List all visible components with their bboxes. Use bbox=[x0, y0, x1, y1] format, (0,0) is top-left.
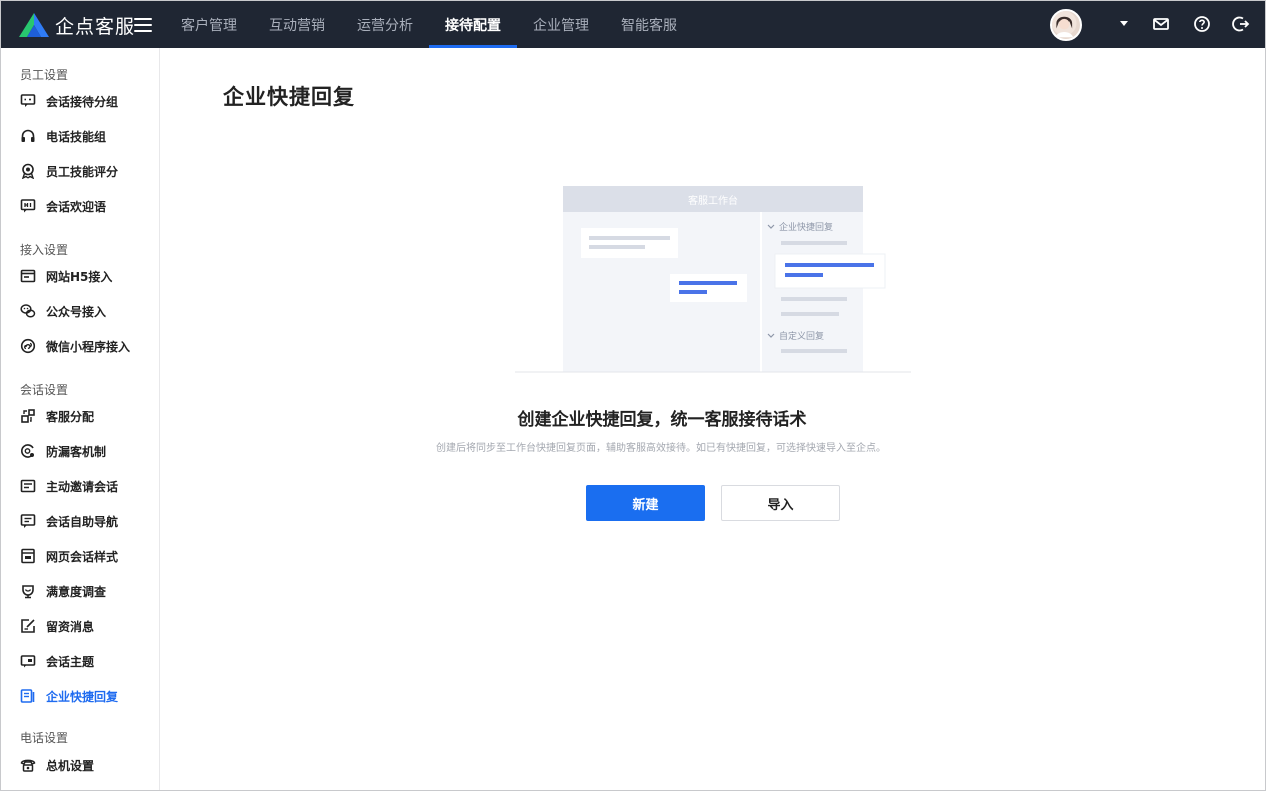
sidebar-item-skill-score[interactable]: 员工技能评分 bbox=[20, 161, 155, 181]
sidebar: 员工设置 会话接待分组 电话技能组 员工技能评分 会话欢迎语 接入设置 网站H5… bbox=[1, 48, 160, 790]
wechat-icon bbox=[20, 304, 36, 318]
app-name: 企点客服 bbox=[55, 15, 136, 38]
nav-item-reception-config[interactable]: 接待配置 bbox=[429, 1, 517, 48]
empty-state-illustration: 客服工作台 企业快捷回复 自定义回复 bbox=[515, 186, 911, 373]
award-icon bbox=[21, 163, 35, 179]
sidebar-group-title: 电话设置 bbox=[20, 731, 69, 745]
sidebar-item-label: 客服分配 bbox=[46, 409, 95, 424]
sidebar-item-distribution[interactable]: 客服分配 bbox=[20, 406, 155, 426]
app-window: 企点客服 客户管理 互动营销 运营分析 接待配置 企业管理 智能客服 员工设置 … bbox=[0, 0, 1266, 791]
sidebar-item-label: 企业快捷回复 bbox=[46, 689, 119, 704]
top-nav: 客户管理 互动营销 运营分析 接待配置 企业管理 智能客服 bbox=[165, 1, 693, 48]
sidebar-item-label: 会话主题 bbox=[46, 654, 95, 669]
sidebar-item-web-style[interactable]: 网页会话样式 bbox=[20, 546, 155, 566]
illustration-section-quick-reply: 企业快捷回复 bbox=[779, 221, 833, 233]
chat-icon bbox=[20, 94, 36, 107]
sidebar-item-welcome[interactable]: 会话欢迎语 bbox=[20, 196, 155, 216]
headset-icon bbox=[21, 129, 35, 142]
avatar[interactable] bbox=[1050, 9, 1082, 41]
sidebar-item-label: 电话技能组 bbox=[46, 129, 107, 144]
logo[interactable]: 企点客服 bbox=[19, 11, 135, 39]
topic-icon bbox=[20, 655, 36, 668]
sidebar-item-phone-skill[interactable]: 电话技能组 bbox=[20, 126, 155, 146]
invite-chat-icon bbox=[20, 479, 36, 493]
sidebar-item-label: 总机设置 bbox=[46, 758, 95, 773]
account-dropdown-icon[interactable] bbox=[1120, 21, 1128, 26]
anti-loss-icon bbox=[21, 444, 34, 458]
distribution-icon bbox=[21, 409, 35, 423]
logout-icon[interactable] bbox=[1232, 15, 1250, 33]
sidebar-item-leave-message[interactable]: 留资消息 bbox=[20, 616, 155, 636]
import-button[interactable]: 导入 bbox=[721, 485, 840, 521]
sidebar-group-title: 接入设置 bbox=[20, 243, 69, 257]
nav-item-marketing[interactable]: 互动营销 bbox=[253, 1, 341, 48]
webpage-icon bbox=[20, 269, 36, 283]
nav-item-smart-service[interactable]: 智能客服 bbox=[605, 1, 693, 48]
sidebar-item-self-navigation[interactable]: 会话自助导航 bbox=[20, 511, 155, 531]
hamburger-menu-icon[interactable] bbox=[134, 14, 152, 34]
web-style-icon bbox=[21, 548, 35, 564]
sidebar-item-label: 会话欢迎语 bbox=[46, 199, 107, 214]
sidebar-item-label: 会话自助导航 bbox=[46, 514, 119, 529]
illustration-section-custom-reply: 自定义回复 bbox=[779, 330, 824, 342]
sidebar-item-label: 员工技能评分 bbox=[46, 164, 119, 179]
sidebar-item-switchboard[interactable]: 总机设置 bbox=[20, 755, 155, 775]
sidebar-item-label: 网站H5接入 bbox=[46, 269, 113, 284]
sidebar-item-session-group[interactable]: 会话接待分组 bbox=[20, 91, 155, 111]
sidebar-group-title: 会话设置 bbox=[20, 383, 69, 397]
empty-state-headline: 创建企业快捷回复，统一客服接待话术 bbox=[517, 410, 807, 430]
sidebar-item-label: 网页会话样式 bbox=[46, 549, 119, 564]
sidebar-item-satisfaction[interactable]: 满意度调查 bbox=[20, 581, 155, 601]
page-title: 企业快捷回复 bbox=[223, 85, 355, 109]
nav-item-enterprise[interactable]: 企业管理 bbox=[517, 1, 605, 48]
illustration-window-title: 客服工作台 bbox=[688, 194, 738, 207]
sidebar-item-official-account[interactable]: 公众号接入 bbox=[20, 301, 155, 321]
create-button[interactable]: 新建 bbox=[586, 485, 705, 521]
sidebar-group-title: 员工设置 bbox=[20, 68, 69, 82]
welcome-message-icon bbox=[20, 199, 36, 213]
nav-item-analytics[interactable]: 运营分析 bbox=[341, 1, 429, 48]
sidebar-item-label: 留资消息 bbox=[46, 619, 95, 634]
sidebar-item-mini-program[interactable]: 微信小程序接入 bbox=[20, 336, 155, 356]
sidebar-item-label: 主动邀请会话 bbox=[46, 479, 119, 494]
sidebar-item-session-topic[interactable]: 会话主题 bbox=[20, 651, 155, 671]
sidebar-item-label: 会话接待分组 bbox=[46, 94, 119, 109]
sidebar-item-anti-loss[interactable]: 防漏客机制 bbox=[20, 441, 155, 461]
empty-state-description: 创建后将同步至工作台快捷回复页面，辅助客服高效接待。如已有快捷回复，可选择快速导… bbox=[436, 443, 886, 454]
sidebar-item-label: 公众号接入 bbox=[46, 304, 107, 319]
telephone-icon bbox=[20, 759, 36, 772]
quick-reply-icon bbox=[20, 689, 35, 703]
nav-item-customer[interactable]: 客户管理 bbox=[165, 1, 253, 48]
satisfaction-icon bbox=[22, 585, 34, 599]
sidebar-item-label: 防漏客机制 bbox=[46, 444, 107, 459]
top-bar: 企点客服 客户管理 互动营销 运营分析 接待配置 企业管理 智能客服 bbox=[1, 1, 1265, 48]
help-icon[interactable] bbox=[1193, 15, 1211, 33]
sidebar-item-invite[interactable]: 主动邀请会话 bbox=[20, 476, 155, 496]
logo-icon bbox=[19, 13, 49, 37]
sidebar-item-label: 满意度调查 bbox=[46, 584, 107, 599]
sidebar-item-label: 微信小程序接入 bbox=[46, 339, 131, 354]
sidebar-item-quick-reply[interactable]: 企业快捷回复 bbox=[20, 686, 155, 706]
mini-program-icon bbox=[20, 338, 36, 354]
message-square-icon bbox=[20, 514, 36, 528]
sidebar-item-h5-access[interactable]: 网站H5接入 bbox=[20, 266, 155, 286]
edit-note-icon bbox=[21, 619, 35, 633]
mail-icon[interactable] bbox=[1152, 15, 1170, 33]
